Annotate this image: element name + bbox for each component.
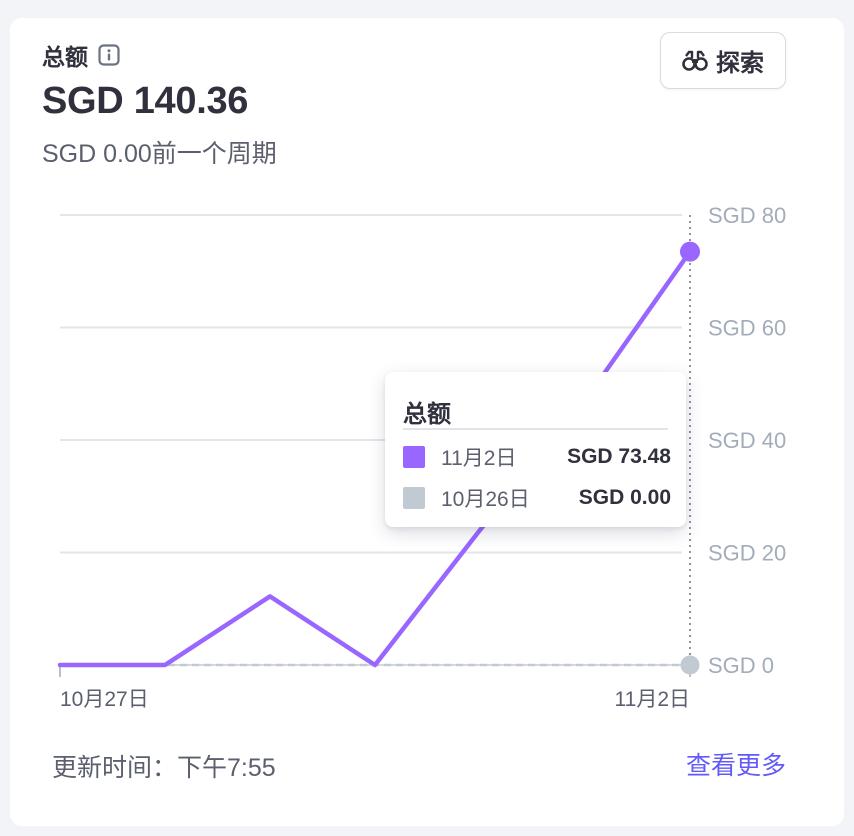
point-previous-last bbox=[680, 655, 700, 675]
tooltip-row-previous: 10月26日 SGD 0.00 bbox=[403, 483, 671, 513]
tooltip-value-previous: SGD 0.00 bbox=[578, 486, 671, 509]
x-tick-label-end: 11月2日 bbox=[615, 688, 690, 711]
y-tick-label-40: SGD 40 bbox=[708, 428, 786, 453]
tooltip-title: 总额 bbox=[403, 401, 451, 428]
x-tick-label-start: 10月27日 bbox=[60, 688, 149, 711]
y-tick-label-20: SGD 20 bbox=[708, 541, 786, 566]
tooltip-label-current: 11月2日 bbox=[441, 447, 517, 470]
chart-tooltip: 总额 11月2日 SGD 73.48 10月26日 SGD 0.00 bbox=[385, 372, 686, 527]
y-tick-label-0: SGD 0 bbox=[708, 653, 774, 678]
tooltip-swatch-current bbox=[403, 446, 425, 468]
last-updated-text: 更新时间：下午7:55 bbox=[52, 754, 276, 782]
tooltip-label-previous: 10月26日 bbox=[441, 488, 530, 511]
tooltip-value-current: SGD 73.48 bbox=[567, 445, 671, 468]
point-current-last bbox=[680, 241, 700, 262]
y-tick-label-80: SGD 80 bbox=[708, 203, 786, 228]
tooltip-divider bbox=[403, 428, 668, 430]
tooltip-swatch-previous bbox=[403, 487, 425, 509]
tooltip-row-current: 11月2日 SGD 73.48 bbox=[403, 442, 671, 472]
y-tick-label-60: SGD 60 bbox=[708, 316, 786, 341]
view-more-link[interactable]: 查看更多 bbox=[686, 746, 786, 782]
